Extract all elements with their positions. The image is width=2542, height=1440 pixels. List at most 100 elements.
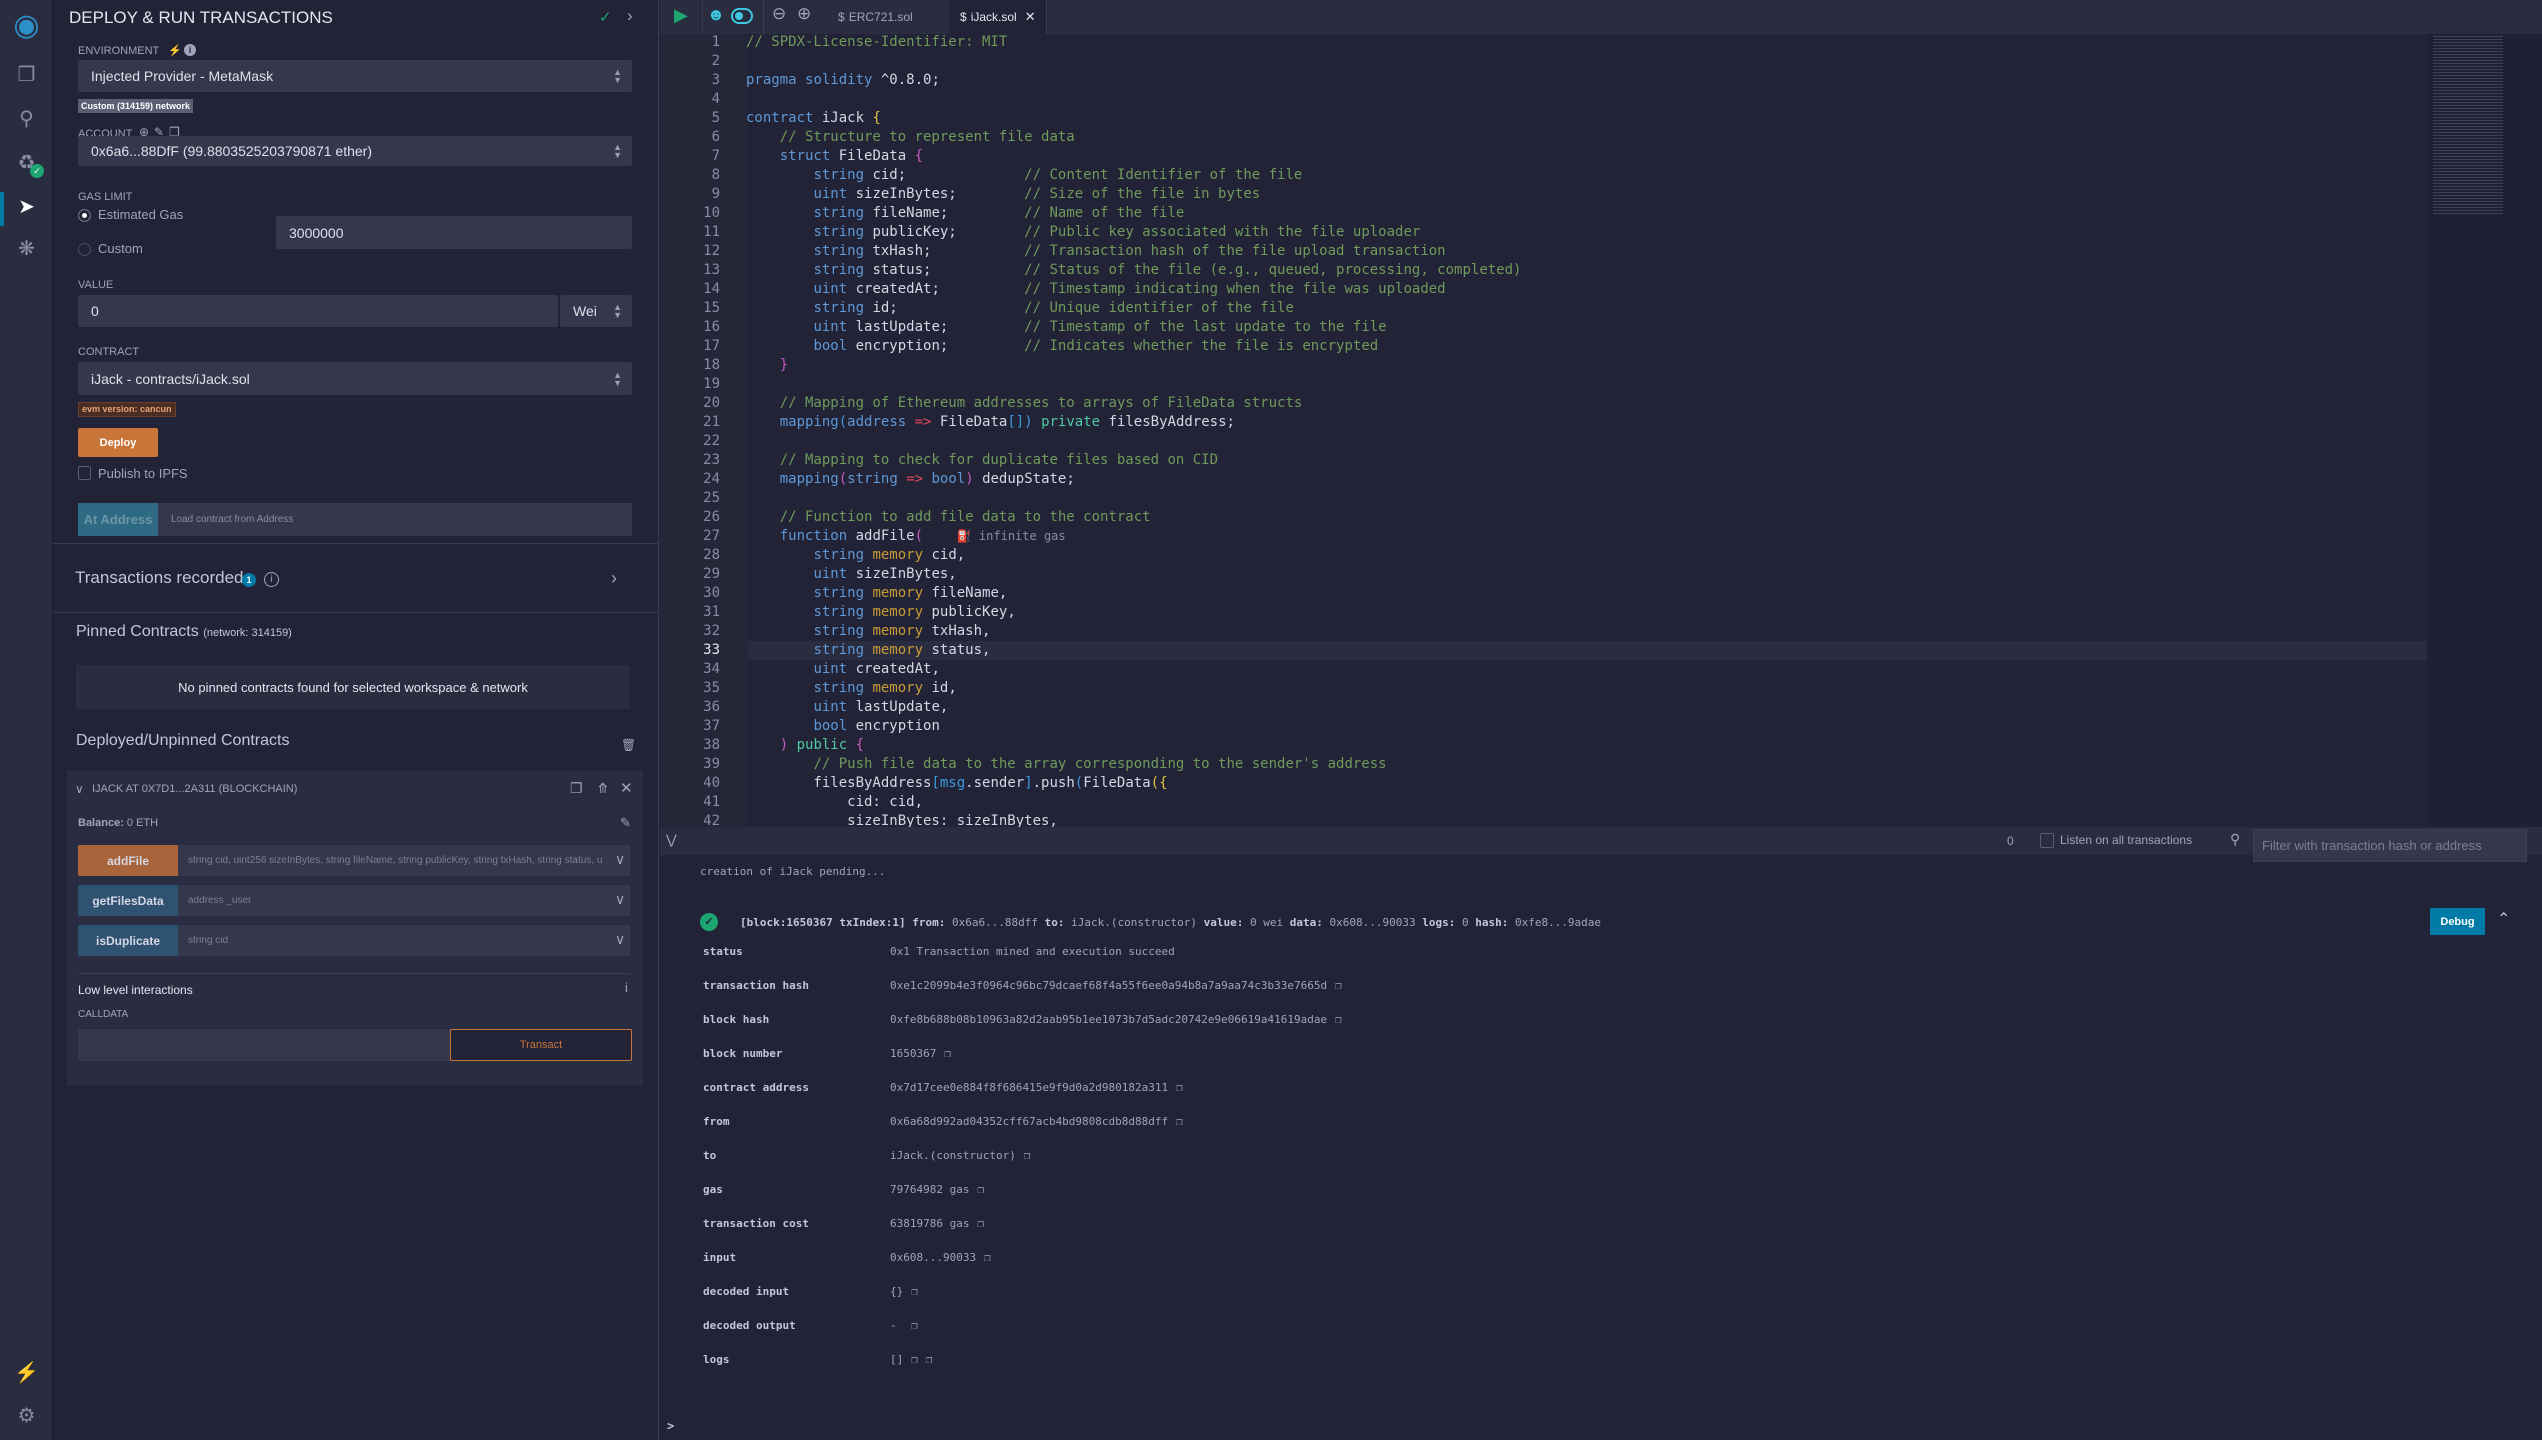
code-token: } <box>779 357 789 373</box>
chevron-down-icon[interactable]: ∨ <box>615 851 625 868</box>
copy-icon[interactable]: ❐ <box>1335 1013 1342 1026</box>
listen-all-checkbox[interactable] <box>2040 833 2054 848</box>
minimap[interactable] <box>2427 34 2542 827</box>
zoom-out-icon[interactable]: ⊖ <box>772 4 786 24</box>
custom-gas-input[interactable]: 3000000 <box>276 216 632 249</box>
tx-header-part: [block:1650367 txIndex:1] <box>740 916 906 929</box>
copy-icon[interactable]: ❐ <box>977 1217 984 1230</box>
code-token: string <box>847 471 898 487</box>
info-icon[interactable]: i <box>264 572 279 587</box>
code-token: mapping <box>779 471 839 487</box>
code-token: lastUpdate; <box>847 319 1025 335</box>
code-token: bool <box>813 338 848 354</box>
code-token: string <box>813 585 865 601</box>
publish-ipfs-checkbox[interactable] <box>78 466 91 480</box>
line-number: 40 <box>703 775 720 791</box>
custom-gas-radio[interactable] <box>78 243 91 256</box>
environment-select[interactable]: Injected Provider - MetaMask ▲ ▼ <box>78 60 632 92</box>
function-button[interactable]: addFile <box>78 845 178 876</box>
terminal-prompt[interactable]: > <box>667 1419 674 1433</box>
editor-tab[interactable]: $ ERC721.sol <box>828 0 923 34</box>
transact-button[interactable]: Transact <box>450 1029 632 1061</box>
debugger-bug-icon[interactable]: ❋ <box>0 236 53 261</box>
copy-address-icon[interactable]: ❐ <box>570 780 583 797</box>
value-unit: Wei <box>573 303 597 319</box>
function-params-input[interactable]: address _user <box>178 885 630 916</box>
function-button[interactable]: getFilesData <box>78 885 178 916</box>
settings-gear-icon[interactable]: ⚙ <box>0 1403 53 1428</box>
run-script-play-icon[interactable]: ▶ <box>674 5 688 26</box>
remix-logo-icon[interactable]: ◉ <box>0 8 53 43</box>
search-icon[interactable]: ⚲ <box>0 106 53 131</box>
line-number: 8 <box>711 167 720 183</box>
deploy-run-icon[interactable]: ➤ <box>0 194 53 219</box>
copy-icon[interactable]: ❐ <box>911 1285 918 1298</box>
deploy-button[interactable]: Deploy <box>78 428 158 457</box>
pinned-title: Pinned Contracts <box>76 623 199 640</box>
tx-detail-value: 0xe1c2099b4e3f0964c96bc79dcaef68f4a55f6e… <box>890 979 1342 992</box>
copy-icon[interactable]: ❐ <box>926 1353 933 1366</box>
chevron-down-icon[interactable]: ∨ <box>615 891 625 908</box>
plug-icon[interactable]: ⚡ <box>168 44 182 57</box>
code-token: memory <box>872 680 924 696</box>
copy-icon[interactable]: ❐ <box>977 1183 984 1196</box>
close-tab-icon[interactable]: ✕ <box>1025 9 1036 25</box>
line-number: 30 <box>703 585 720 601</box>
function-button[interactable]: isDuplicate <box>78 925 178 956</box>
code-token: struct <box>779 148 831 164</box>
value-input[interactable]: 0 <box>78 295 558 327</box>
code-line: string txHash; // Transaction hash of th… <box>746 242 1445 261</box>
chevron-right-icon[interactable]: › <box>627 6 633 26</box>
editor-tab[interactable]: $ iJack.sol ✕ <box>950 0 1047 34</box>
value-unit-select[interactable]: Wei ▲ ▼ <box>560 295 632 327</box>
files-icon[interactable]: ❐ <box>0 62 53 87</box>
tx-detail-value-text: 63819786 gas <box>890 1217 970 1230</box>
line-number: 33 <box>703 642 720 658</box>
copy-icon[interactable]: ❐ <box>911 1353 918 1366</box>
code-token: { <box>872 110 881 126</box>
copy-icon[interactable]: ❐ <box>1335 979 1342 992</box>
balance-label: Balance: <box>78 817 124 829</box>
tx-detail-value: [] ❐ ❐ <box>890 1353 933 1366</box>
copy-icon[interactable]: ❐ <box>984 1251 991 1264</box>
debug-button[interactable]: Debug <box>2430 908 2485 935</box>
transaction-header[interactable]: [block:1650367 txIndex:1] from: 0x6a6...… <box>740 916 1601 929</box>
zoom-in-icon[interactable]: ⊕ <box>797 4 811 24</box>
copy-icon[interactable]: ❐ <box>911 1319 918 1332</box>
plugin-manager-icon[interactable]: ⚡ <box>0 1360 53 1385</box>
code-token: { <box>914 148 924 164</box>
estimated-gas-radio[interactable] <box>78 209 91 222</box>
at-address-input[interactable]: Load contract from Address <box>158 503 632 536</box>
collapse-terminal-icon[interactable]: ⋁ <box>666 832 677 848</box>
code-token: bool <box>931 471 966 487</box>
info-icon[interactable]: i <box>625 980 628 995</box>
at-address-button[interactable]: At Address <box>78 503 158 536</box>
code-token: string <box>813 300 865 316</box>
info-icon[interactable]: i <box>184 44 196 56</box>
copy-icon[interactable]: ❐ <box>1176 1081 1183 1094</box>
autocomplete-toggle[interactable] <box>731 8 753 24</box>
terminal-filter-input[interactable]: Filter with transaction hash or address <box>2253 829 2527 862</box>
copy-icon[interactable]: ❐ <box>944 1047 951 1060</box>
pin-icon[interactable]: ⤊ <box>597 780 609 797</box>
ai-robot-icon[interactable]: ☻ <box>707 5 725 25</box>
chevron-right-icon[interactable]: › <box>611 568 617 589</box>
transactions-recorded-title[interactable]: Transactions recorded <box>75 568 244 588</box>
function-params-input[interactable]: string cid, uint256 sizeInBytes, string … <box>178 845 630 876</box>
account-select[interactable]: 0x6a6...88DfF (99.8803525203790871 ether… <box>78 136 632 166</box>
chevron-up-icon[interactable]: ⌃ <box>2497 909 2510 929</box>
copy-icon[interactable]: ❐ <box>1176 1115 1183 1128</box>
copy-icon[interactable]: ❐ <box>1024 1149 1031 1162</box>
edit-icon[interactable]: ✎ <box>620 815 631 831</box>
contract-select[interactable]: iJack - contracts/iJack.sol ▲ ▼ <box>78 362 632 395</box>
instance-title[interactable]: IJACK AT 0X7D1...2A311 (BLOCKCHAIN) <box>92 783 297 795</box>
function-params-input[interactable]: string cid <box>178 925 630 956</box>
trash-icon[interactable]: 🗑 <box>621 738 636 752</box>
git-icon[interactable]: ♻ ✓ <box>0 150 53 178</box>
chevron-down-icon[interactable]: ∨ <box>615 931 625 948</box>
close-icon[interactable]: ✕ <box>620 779 633 797</box>
chevron-down-icon[interactable]: ∨ <box>75 782 84 796</box>
